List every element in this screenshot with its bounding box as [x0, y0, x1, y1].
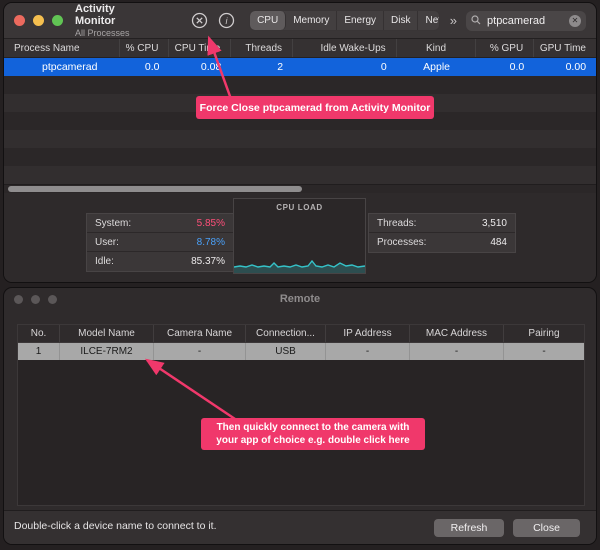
desktop: Activity Monitor All Processes i CPU Mem…: [0, 0, 600, 550]
cell-kind: Apple: [397, 58, 477, 76]
column-header-no[interactable]: No.: [18, 325, 60, 342]
clear-search-icon[interactable]: ✕: [569, 15, 581, 27]
threads-label: Threads:: [377, 218, 416, 229]
cell-cpu: 0.0: [120, 58, 170, 76]
column-header-mac-address[interactable]: MAC Address: [410, 325, 504, 342]
idle-label: Idle:: [95, 256, 114, 267]
cpu-load-graph: CPU LOAD: [233, 198, 366, 274]
window-subtitle: All Processes: [75, 28, 147, 38]
column-header-process-name[interactable]: Process Name: [4, 39, 120, 57]
refresh-button[interactable]: Refresh: [434, 519, 504, 537]
column-header-gpu-time[interactable]: GPU Time: [534, 39, 596, 57]
cell-connection: USB: [246, 343, 326, 360]
svg-text:i: i: [225, 16, 228, 26]
callout-connect-camera: Then quickly connect to the camera with …: [201, 418, 425, 450]
inspect-info-icon[interactable]: i: [218, 11, 235, 31]
cell-model-name: ILCE-7RM2: [60, 343, 154, 360]
cell-gpu: 0.0: [476, 58, 534, 76]
system-label: System:: [95, 218, 131, 229]
footer-hint: Double-click a device name to connect to…: [14, 520, 217, 532]
empty-row: [4, 76, 596, 94]
remote-window: Remote No. Model Name Camera Name Connec…: [3, 287, 597, 545]
column-header-ip-address[interactable]: IP Address: [326, 325, 410, 342]
tab-cpu[interactable]: CPU: [250, 11, 286, 30]
user-value: 8.78%: [197, 237, 225, 248]
minimize-window-button[interactable]: [31, 295, 40, 304]
user-label: User:: [95, 237, 119, 248]
cell-ip-address: -: [326, 343, 410, 360]
cpu-load-chart: [234, 233, 365, 273]
cpu-load-title: CPU LOAD: [234, 203, 365, 212]
cell-process-name: ptpcamerad: [4, 58, 120, 76]
traffic-lights-inactive: [14, 295, 57, 304]
column-header-model-name[interactable]: Model Name: [60, 325, 154, 342]
zoom-window-button[interactable]: [48, 295, 57, 304]
processes-label: Processes:: [377, 237, 426, 248]
cell-pairing: -: [504, 343, 584, 360]
column-header-idle-wake-ups[interactable]: Idle Wake-Ups: [293, 39, 397, 57]
close-button[interactable]: Close: [513, 519, 580, 537]
column-header-cpu-time[interactable]: CPU Time: [169, 39, 231, 57]
callout-force-close: Force Close ptpcamerad from Activity Mon…: [196, 96, 434, 119]
horizontal-scrollbar-thumb[interactable]: [8, 186, 302, 192]
column-header-threads[interactable]: Threads: [231, 39, 293, 57]
processes-value: 484: [490, 237, 507, 248]
search-icon: [471, 12, 481, 30]
cell-no: 1: [18, 343, 60, 360]
remote-titlebar: Remote: [4, 288, 596, 310]
device-row-ilce-7rm2[interactable]: 1 ILCE-7RM2 - USB - - -: [18, 343, 584, 360]
minimize-window-button[interactable]: [33, 15, 44, 26]
zoom-window-button[interactable]: [52, 15, 63, 26]
empty-row: [4, 130, 596, 148]
window-title: Activity Monitor: [75, 3, 147, 28]
toolbar-overflow-chevron-icon[interactable]: »: [450, 13, 457, 28]
tab-disk[interactable]: Disk: [384, 11, 418, 30]
view-segmented-control: CPU Memory Energy Disk Network: [249, 10, 440, 31]
threads-processes-box: Threads: 3,510 Processes: 484: [368, 213, 516, 253]
column-header-kind[interactable]: Kind: [397, 39, 477, 57]
close-window-button[interactable]: [14, 295, 23, 304]
remote-footer: Double-click a device name to connect to…: [4, 510, 596, 544]
device-table-header: No. Model Name Camera Name Connection...…: [18, 325, 584, 343]
tab-network[interactable]: Network: [418, 11, 439, 30]
cell-idle-wake-ups: 0: [293, 58, 397, 76]
empty-row: [4, 166, 596, 184]
column-header-pairing[interactable]: Pairing: [504, 325, 584, 342]
activity-monitor-titlebar: Activity Monitor All Processes i CPU Mem…: [4, 3, 596, 39]
tab-energy[interactable]: Energy: [337, 11, 384, 30]
cell-cpu-time: 0.08: [170, 58, 232, 76]
window-titles: Activity Monitor All Processes: [75, 3, 147, 39]
callout-connect-line1: Then quickly connect to the camera with: [217, 421, 410, 434]
threads-value: 3,510: [482, 218, 507, 229]
column-header-camera-name[interactable]: Camera Name: [154, 325, 246, 342]
close-window-button[interactable]: [14, 15, 25, 26]
system-value: 5.85%: [197, 218, 225, 229]
idle-value: 85.37%: [191, 256, 225, 267]
search-field[interactable]: ✕: [466, 11, 586, 31]
column-header-connection[interactable]: Connection...: [246, 325, 326, 342]
horizontal-scrollbar[interactable]: [4, 184, 596, 193]
cell-threads: 2: [231, 58, 293, 76]
callout-connect-line2: your app of choice e.g. double click her…: [216, 434, 409, 447]
traffic-lights: [14, 15, 63, 26]
activity-monitor-window: Activity Monitor All Processes i CPU Mem…: [3, 2, 597, 283]
cpu-percentages-box: System: 5.85% User: 8.78% Idle: 85.37%: [86, 213, 234, 272]
cell-mac-address: -: [410, 343, 504, 360]
force-quit-icon[interactable]: [191, 11, 208, 31]
column-header-gpu[interactable]: % GPU: [476, 39, 534, 57]
process-table-header: Process Name % CPU CPU Time Threads Idle…: [4, 39, 596, 58]
remote-window-title: Remote: [280, 293, 320, 305]
column-header-cpu[interactable]: % CPU: [120, 39, 170, 57]
table-row-ptpcamerad[interactable]: ptpcamerad 0.0 0.08 2 0 Apple 0.0 0.00: [4, 58, 596, 76]
empty-row: [4, 148, 596, 166]
device-table: No. Model Name Camera Name Connection...…: [17, 324, 585, 506]
cpu-stats-pane: System: 5.85% User: 8.78% Idle: 85.37% C…: [4, 193, 596, 282]
tab-memory[interactable]: Memory: [286, 11, 337, 30]
search-input[interactable]: [485, 14, 569, 28]
cell-camera-name: -: [154, 343, 246, 360]
cell-gpu-time: 0.00: [534, 58, 596, 76]
